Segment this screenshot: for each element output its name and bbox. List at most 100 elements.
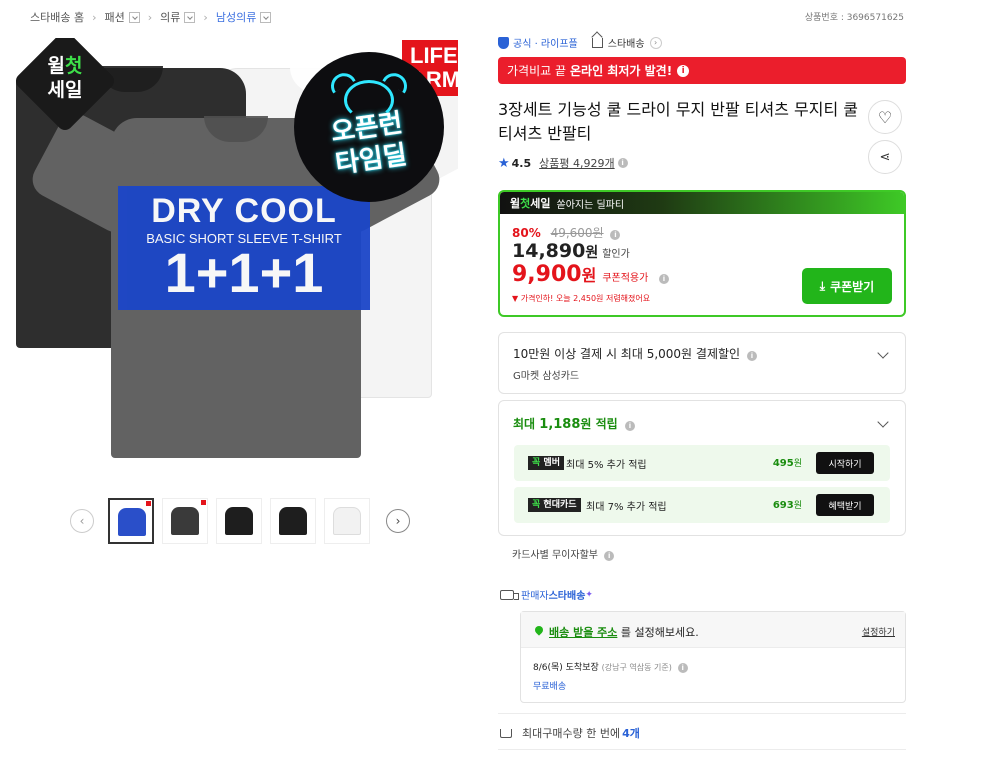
start-membership-button[interactable]: 시작하기 [816, 452, 874, 474]
deal-banner-accent: 첫 [520, 197, 531, 210]
lowest-price-highlight: 온라인 최저가 발견! [570, 64, 673, 78]
info-icon[interactable]: i [610, 230, 621, 240]
badge-week-w: 윌 [47, 55, 65, 77]
original-price: 49,600원 [550, 226, 604, 240]
info-icon[interactable]: i [624, 421, 635, 431]
thumbnail-tshirt-image [225, 507, 253, 535]
openrun-timedeal-text: 오픈런 타임딜 [290, 102, 447, 186]
thumbnail-tshirt-image [171, 507, 199, 535]
delivery-eta: 8/6(목) 도착보장 (강남구 역삼동 기준) i [533, 660, 688, 673]
star-shipping-label: 스타배송 [607, 39, 645, 50]
address-link[interactable]: 배송 받을 주소 [549, 626, 617, 639]
membership-points-text: 최대 5% 추가 적립 [566, 460, 647, 471]
chevron-down-icon[interactable] [877, 416, 889, 428]
thumbnail-item[interactable] [270, 498, 316, 544]
membership-points-unit: 원 [793, 459, 802, 469]
thumbnail-corner-badge [146, 501, 151, 506]
share-icon: ⋖ [879, 149, 891, 165]
discount-percent: 80% [512, 226, 541, 240]
installment-info[interactable]: 카드사별 무이자할부 i [512, 546, 615, 561]
address-row: 배송 받을 주소 를 설정해보세요. 설정하기 [521, 612, 905, 648]
breadcrumb-clothing[interactable]: 의류 [160, 9, 196, 25]
breadcrumb-clothing-label: 의류 [160, 11, 181, 24]
points-amount: 1,188 [539, 417, 581, 432]
hyundai-card-points-text: 최대 7% 추가 적립 [586, 502, 667, 513]
coupon-price: 9,900원 쿠폰적용가 i [512, 262, 669, 287]
chevron-down-icon[interactable] [184, 11, 196, 23]
price-box: 윌첫세일 쏟아지는 딜파티 80% 49,600원 i 14,890원 할인가 9… [498, 190, 906, 317]
membership-points-amount: 495원 [773, 456, 802, 469]
info-icon[interactable]: i [677, 663, 688, 673]
points-prefix: 최대 [513, 417, 536, 431]
breadcrumb-home[interactable]: 스타배송 홈 [30, 9, 84, 25]
membership-tag-a: 꼭 [532, 458, 541, 468]
info-icon[interactable]: i [604, 551, 615, 561]
chevron-left-icon[interactable]: ‹ [70, 509, 94, 533]
discount-row: 80% 49,600원 i [512, 224, 621, 241]
card-discount-panel[interactable]: 10만원 이상 결제 시 최대 5,000원 결제할인 i G마켓 삼성카드 [498, 332, 906, 394]
drycool-count: 1+1+1 [164, 241, 324, 304]
chevron-down-icon[interactable] [128, 11, 140, 23]
address-prompt: 배송 받을 주소 를 설정해보세요. [549, 624, 699, 640]
points-header[interactable]: 최대 1,188원 적립 i [513, 415, 635, 432]
info-icon[interactable]: i [677, 64, 690, 77]
divider [498, 713, 906, 714]
thumbnail-tshirt-image [118, 508, 146, 536]
divider [498, 749, 906, 750]
deal-banner-rest: 세일 [530, 197, 551, 210]
wishlist-button[interactable]: ♡ [868, 100, 902, 134]
star-shipping-link[interactable]: 스타배송 › [591, 35, 662, 50]
deal-banner: 윌첫세일 쏟아지는 딜파티 [500, 192, 904, 214]
shipping-header: 판매자 스타배송 ✦ [500, 587, 593, 602]
drycool-title: DRY COOL [151, 192, 337, 230]
max-quantity-value: 4개 [622, 727, 640, 740]
product-main-image[interactable]: DRY COOL BASIC SHORT SLEEVE T-SHIRT 1+1+… [16, 38, 458, 478]
set-address-link[interactable]: 설정하기 [862, 625, 895, 638]
breadcrumb-fashion[interactable]: 패션 [105, 9, 140, 25]
address-rest: 를 설정해보세요. [617, 626, 699, 639]
thumbnail-item[interactable] [162, 498, 208, 544]
review-count-link[interactable]: 상품평 4,929개 [539, 155, 614, 171]
hyundai-card-points-value: 693 [772, 500, 794, 511]
breadcrumb-mens[interactable]: 남성의류 [216, 9, 272, 25]
chevron-right-icon[interactable]: › [386, 509, 410, 533]
sale-price: 14,890원 할인가 [512, 240, 630, 262]
get-coupon-button[interactable]: ⤓ 쿠폰받기 [802, 268, 892, 304]
get-benefit-button[interactable]: 혜택받기 [816, 494, 874, 516]
chevron-down-icon[interactable] [877, 347, 889, 359]
thumbnail-item[interactable] [324, 498, 370, 544]
shipping-seller-label: 판매자 [521, 591, 549, 602]
lowest-price-banner[interactable]: 가격비교 끝 온라인 최저가 발견! i [498, 57, 906, 84]
product-title: 3장세트 기능성 쿨 드라이 무지 반팔 티셔츠 무지티 쿨티셔츠 반팔티 [498, 100, 858, 143]
info-icon[interactable]: i [746, 351, 757, 361]
delivery-eta-sub: (강남구 역삼동 기준) [601, 663, 672, 672]
thumbnail-corner-badge [201, 500, 206, 505]
thumbnail-list [108, 498, 378, 544]
info-icon[interactable]: i [659, 274, 669, 284]
shipping-star-label: 스타배송 [548, 591, 586, 602]
drycool-banner: DRY COOL BASIC SHORT SLEEVE T-SHIRT 1+1+… [118, 186, 370, 310]
points-suffix: 원 적립 [580, 417, 618, 431]
store-row: 공식 · 라이프플 스타배송 › [498, 35, 662, 50]
chevron-down-icon[interactable] [260, 11, 272, 23]
coupon-price-unit: 원 [581, 266, 597, 285]
thumbnail-tshirt-image [333, 507, 361, 535]
download-icon: ⤓ [819, 278, 826, 293]
thumbnail-item[interactable] [108, 498, 154, 544]
official-store-link[interactable]: 공식 · 라이프플 [498, 35, 578, 50]
location-pin-icon [533, 624, 545, 636]
breadcrumb-separator: › [147, 10, 153, 24]
chevron-right-icon: › [649, 36, 662, 49]
breadcrumb-separator: › [203, 10, 208, 24]
share-button[interactable]: ⋖ [868, 140, 902, 174]
info-icon[interactable]: i [617, 158, 628, 168]
truck-icon [500, 589, 519, 600]
membership-points-value: 495 [772, 458, 794, 469]
thumbnail-item[interactable] [216, 498, 262, 544]
product-number: 상품번호 : 3696571625 [804, 13, 904, 23]
breadcrumb: 스타배송 홈 › 패션 › 의류 › 남성의류 [30, 9, 272, 25]
badge-week-accent: 첫 [65, 55, 83, 77]
sale-price-amount: 14,890 [512, 240, 586, 262]
cart-icon [500, 728, 512, 738]
official-store-label: 공식 · 라이프플 [513, 39, 578, 50]
